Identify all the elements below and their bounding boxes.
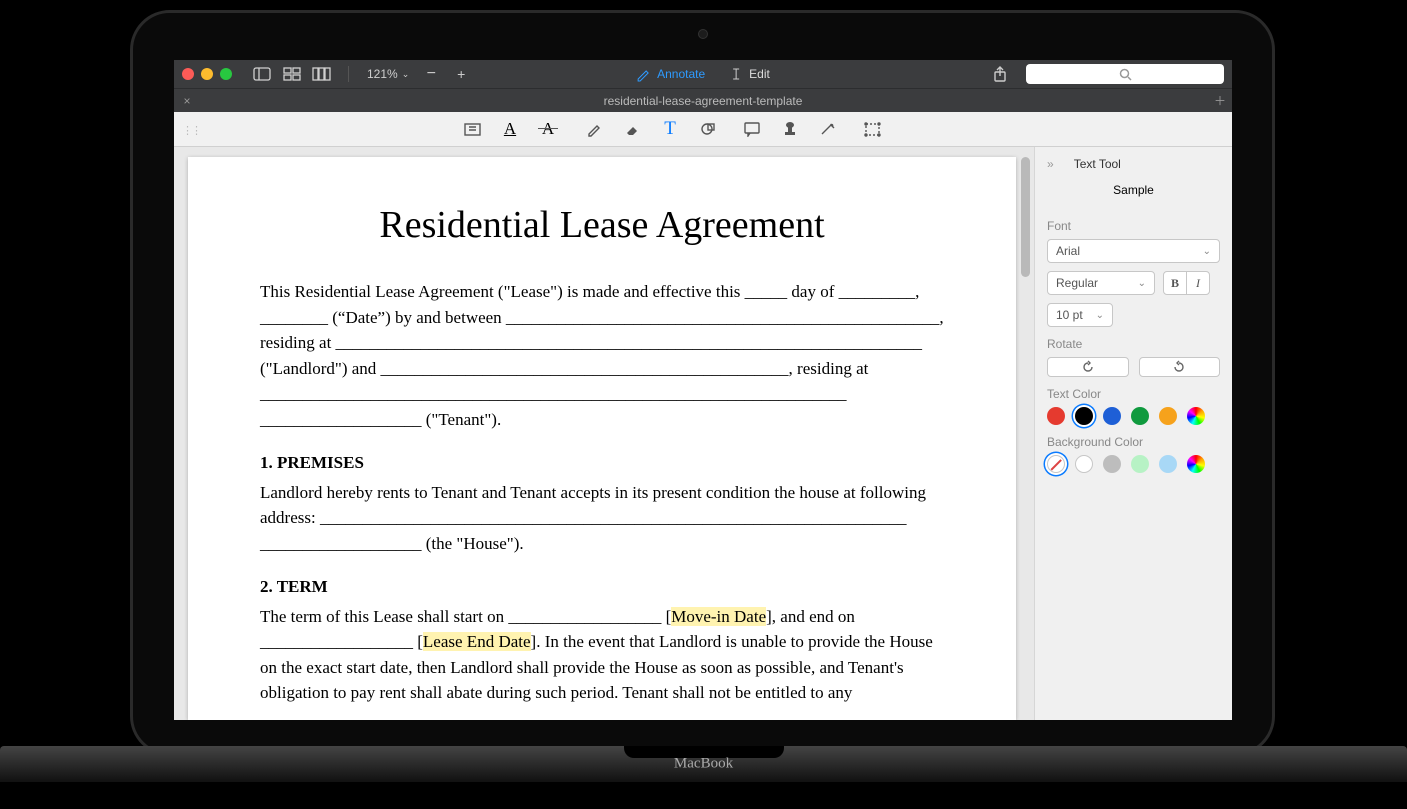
laptop-base: MacBook: [0, 746, 1407, 782]
color-swatch[interactable]: [1047, 455, 1065, 473]
collapse-inspector-button[interactable]: »: [1047, 157, 1054, 171]
drag-handle[interactable]: ⋮⋮: [182, 124, 200, 137]
pencil-tool[interactable]: [584, 119, 604, 139]
chevron-down-icon: ⌄: [1138, 278, 1146, 289]
toggle-sidebar-button[interactable]: [250, 65, 274, 83]
chevron-down-icon: ⌄: [1203, 246, 1211, 257]
chevron-down-icon: ⌄: [1096, 310, 1104, 321]
color-swatch[interactable]: [1075, 407, 1093, 425]
zoom-out-button[interactable]: −: [419, 65, 443, 83]
text-color-label: Text Color: [1047, 387, 1220, 401]
strikethrough-tool[interactable]: A: [538, 119, 558, 139]
font-label: Font: [1047, 219, 1220, 233]
close-tab-button[interactable]: ×: [174, 94, 200, 108]
highlight-tool[interactable]: [462, 119, 482, 139]
color-swatch[interactable]: [1131, 455, 1149, 473]
divider: [348, 66, 349, 82]
annotate-mode-button[interactable]: Annotate: [636, 67, 705, 82]
window-controls: [182, 68, 232, 80]
shape-tool[interactable]: [698, 119, 718, 139]
select-tool[interactable]: [862, 119, 882, 139]
minimize-window-button[interactable]: [201, 68, 213, 80]
font-family-select[interactable]: Arial⌄: [1047, 239, 1220, 263]
laptop-label: MacBook: [674, 756, 733, 773]
annotate-label: Annotate: [657, 67, 705, 81]
font-style-select[interactable]: Regular⌄: [1047, 271, 1155, 295]
eraser-tool[interactable]: [622, 119, 642, 139]
bold-button[interactable]: B: [1163, 271, 1187, 295]
zoom-in-button[interactable]: +: [449, 65, 473, 83]
rotate-cw-button[interactable]: [1139, 357, 1221, 377]
new-tab-button[interactable]: ＋: [1214, 92, 1226, 109]
view-overview-button[interactable]: [310, 65, 334, 83]
note-tool[interactable]: [742, 119, 762, 139]
pen-icon: [636, 67, 651, 82]
rotate-label: Rotate: [1047, 337, 1220, 351]
color-swatch[interactable]: [1103, 455, 1121, 473]
scrollbar-thumb[interactable]: [1021, 157, 1030, 277]
text-color-swatches: [1047, 407, 1220, 425]
background-color-label: Background Color: [1047, 435, 1220, 449]
color-swatch[interactable]: [1131, 407, 1149, 425]
stamp-tool[interactable]: [780, 119, 800, 139]
color-swatch[interactable]: [1187, 455, 1205, 473]
tab-title: residential-lease-agreement-template: [604, 94, 803, 108]
text-box-tool[interactable]: T: [660, 119, 680, 139]
intro-paragraph: This Residential Lease Agreement ("Lease…: [260, 279, 944, 432]
search-input[interactable]: [1026, 64, 1224, 84]
edit-label: Edit: [749, 67, 770, 81]
italic-button[interactable]: I: [1186, 271, 1210, 295]
close-window-button[interactable]: [182, 68, 194, 80]
inspector-title: Text Tool: [1074, 157, 1121, 171]
share-button[interactable]: [988, 65, 1012, 83]
toolbar: 121% ⌄ − + Annotate Edit: [174, 60, 1232, 88]
signature-tool[interactable]: [818, 119, 838, 139]
section-2-heading: 2. TERM: [260, 577, 328, 596]
chevron-down-icon: ⌄: [402, 69, 410, 80]
rotate-ccw-button[interactable]: [1047, 357, 1129, 377]
document-area[interactable]: Residential Lease Agreement This Residen…: [174, 147, 1034, 720]
color-swatch[interactable]: [1075, 455, 1093, 473]
color-swatch[interactable]: [1103, 407, 1121, 425]
underline-tool[interactable]: A: [500, 119, 520, 139]
edit-mode-button[interactable]: Edit: [729, 67, 770, 81]
text-cursor-icon: [729, 67, 743, 81]
tab-bar: × residential-lease-agreement-template ＋: [174, 88, 1232, 112]
font-size-select[interactable]: 10 pt⌄: [1047, 303, 1113, 327]
zoom-control[interactable]: 121% ⌄: [367, 67, 409, 81]
camera: [698, 29, 708, 39]
color-swatch[interactable]: [1187, 407, 1205, 425]
section-2-body: The term of this Lease shall start on __…: [260, 604, 944, 706]
color-swatch[interactable]: [1159, 407, 1177, 425]
section-1-heading: 1. PREMISES: [260, 453, 364, 472]
fullscreen-window-button[interactable]: [220, 68, 232, 80]
inspector-panel: » Text Tool Sample Font Arial⌄ Regular⌄ …: [1034, 147, 1232, 720]
color-swatch[interactable]: [1159, 455, 1177, 473]
annotate-toolbar: ⋮⋮ A A T: [174, 112, 1232, 147]
document-page: Residential Lease Agreement This Residen…: [188, 157, 1016, 720]
document-title: Residential Lease Agreement: [260, 203, 944, 247]
app-window: 121% ⌄ − + Annotate Edit × residential-l…: [174, 60, 1232, 720]
view-thumbnails-button[interactable]: [280, 65, 304, 83]
placeholder-move-in-date: Move-in Date: [671, 607, 766, 626]
color-swatch[interactable]: [1047, 407, 1065, 425]
placeholder-lease-end-date: Lease End Date: [423, 632, 531, 651]
section-1-body: Landlord hereby rents to Tenant and Tena…: [260, 480, 944, 557]
sample-preview: Sample: [1047, 183, 1220, 197]
zoom-value: 121%: [367, 67, 398, 81]
background-color-swatches: [1047, 455, 1220, 473]
search-icon: [1119, 68, 1132, 81]
